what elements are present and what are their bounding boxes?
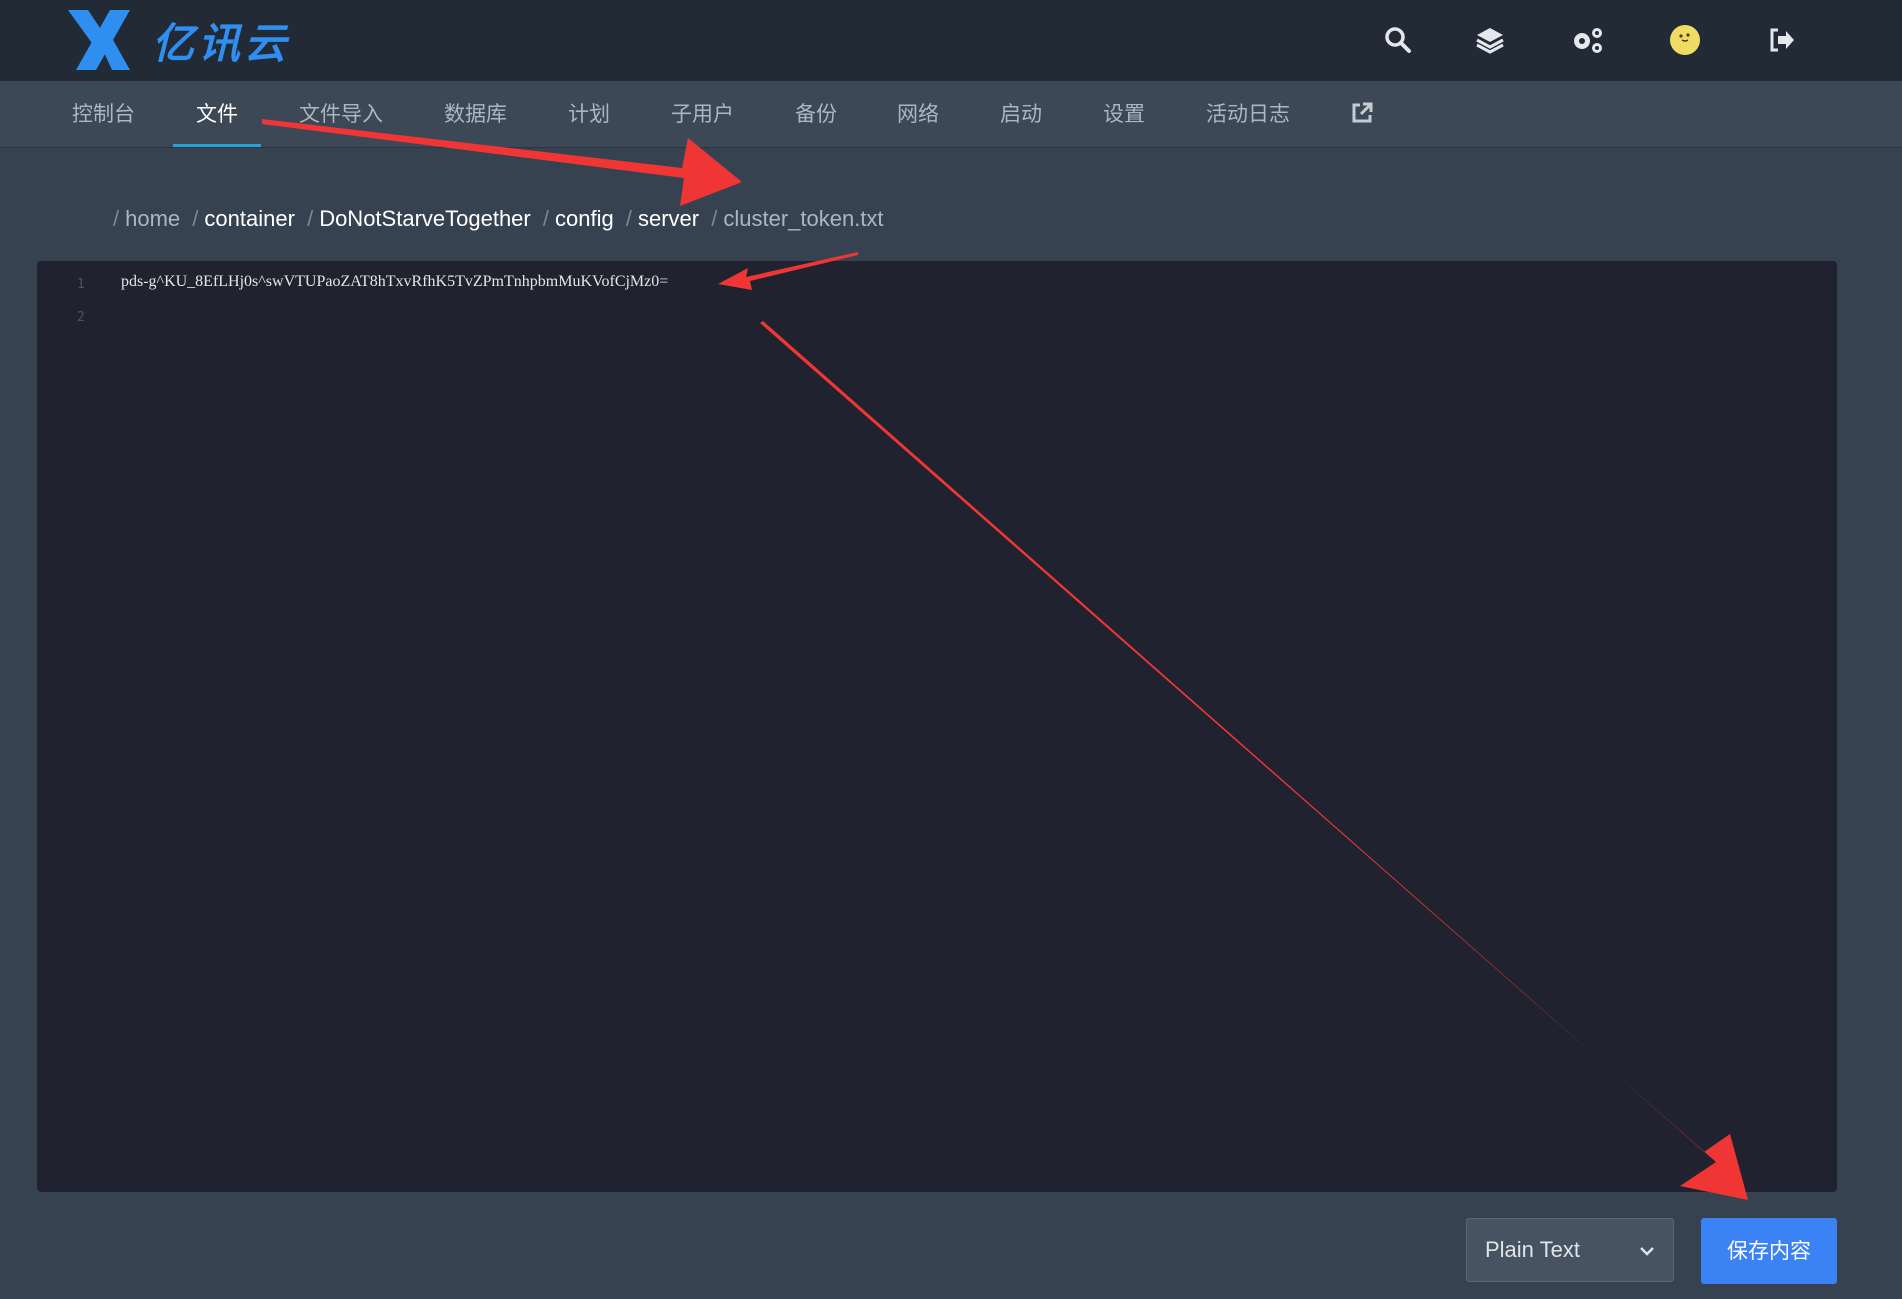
breadcrumb-current-file: cluster_token.txt (723, 206, 884, 231)
breadcrumb-separator: / (625, 206, 632, 231)
tab-files[interactable]: 文件 (173, 81, 261, 147)
breadcrumb-config[interactable]: config (555, 206, 614, 231)
breadcrumb-separator: / (542, 206, 549, 231)
tab-databases[interactable]: 数据库 (444, 81, 507, 147)
line-number: 2 (77, 310, 85, 325)
tab-activity-log[interactable]: 活动日志 (1206, 81, 1290, 147)
breadcrumb-separator: / (711, 206, 718, 231)
brand-name: 亿讯云 (152, 18, 291, 68)
breadcrumb-donotstarvetogether[interactable]: DoNotStarveTogether (319, 206, 531, 231)
breadcrumb-container[interactable]: container (204, 206, 295, 231)
logo[interactable]: 亿讯云 (66, 8, 290, 72)
chevron-down-icon (1640, 1247, 1654, 1256)
tab-schedules[interactable]: 计划 (568, 81, 610, 147)
syntax-mode-select[interactable]: Plain Text (1466, 1218, 1674, 1282)
breadcrumb-separator: / (307, 206, 314, 231)
tab-subusers[interactable]: 子用户 (671, 81, 734, 147)
tab-file-import[interactable]: 文件导入 (299, 81, 383, 147)
tab-network[interactable]: 网络 (897, 81, 939, 147)
layers-icon[interactable] (1470, 20, 1510, 60)
code-line[interactable]: pds-g^KU_8EfLHj0s^swVTUPaoZAT8hTxvRfhK5T… (121, 273, 668, 291)
breadcrumb-separator: / (192, 206, 199, 231)
breadcrumb-home[interactable]: home (125, 206, 180, 231)
breadcrumb-separator: / (113, 206, 120, 231)
breadcrumb-server[interactable]: server (638, 206, 699, 231)
breadcrumb: / home / container / DoNotStarveTogether / c… (107, 206, 884, 238)
tab-settings[interactable]: 设置 (1103, 81, 1145, 147)
search-icon[interactable] (1378, 20, 1418, 60)
save-content-button[interactable]: 保存内容 (1701, 1218, 1837, 1284)
tab-console[interactable]: 控制台 (72, 81, 135, 147)
nav-bar: 控制台 文件 文件导入 数据库 计划 子用户 备份 网络 启动 设置 活动日志 (0, 81, 1902, 148)
gears-icon[interactable] (1568, 20, 1608, 60)
line-number: 1 (77, 277, 85, 292)
code-editor[interactable]: 1 2 pds-g^KU_8EfLHj0s^swVTUPaoZAT8hTxvRf… (37, 261, 1837, 1192)
line-gutter: 1 2 (37, 261, 127, 1192)
logo-mark-icon (68, 10, 130, 70)
logout-icon[interactable] (1762, 20, 1802, 60)
top-bar: 亿讯云 (0, 0, 1902, 81)
avatar[interactable] (1665, 20, 1705, 60)
tab-startup[interactable]: 启动 (1000, 81, 1042, 147)
syntax-mode-value: Plain Text (1485, 1237, 1580, 1262)
tab-backups[interactable]: 备份 (795, 81, 837, 147)
external-link-icon[interactable] (1350, 101, 1374, 127)
